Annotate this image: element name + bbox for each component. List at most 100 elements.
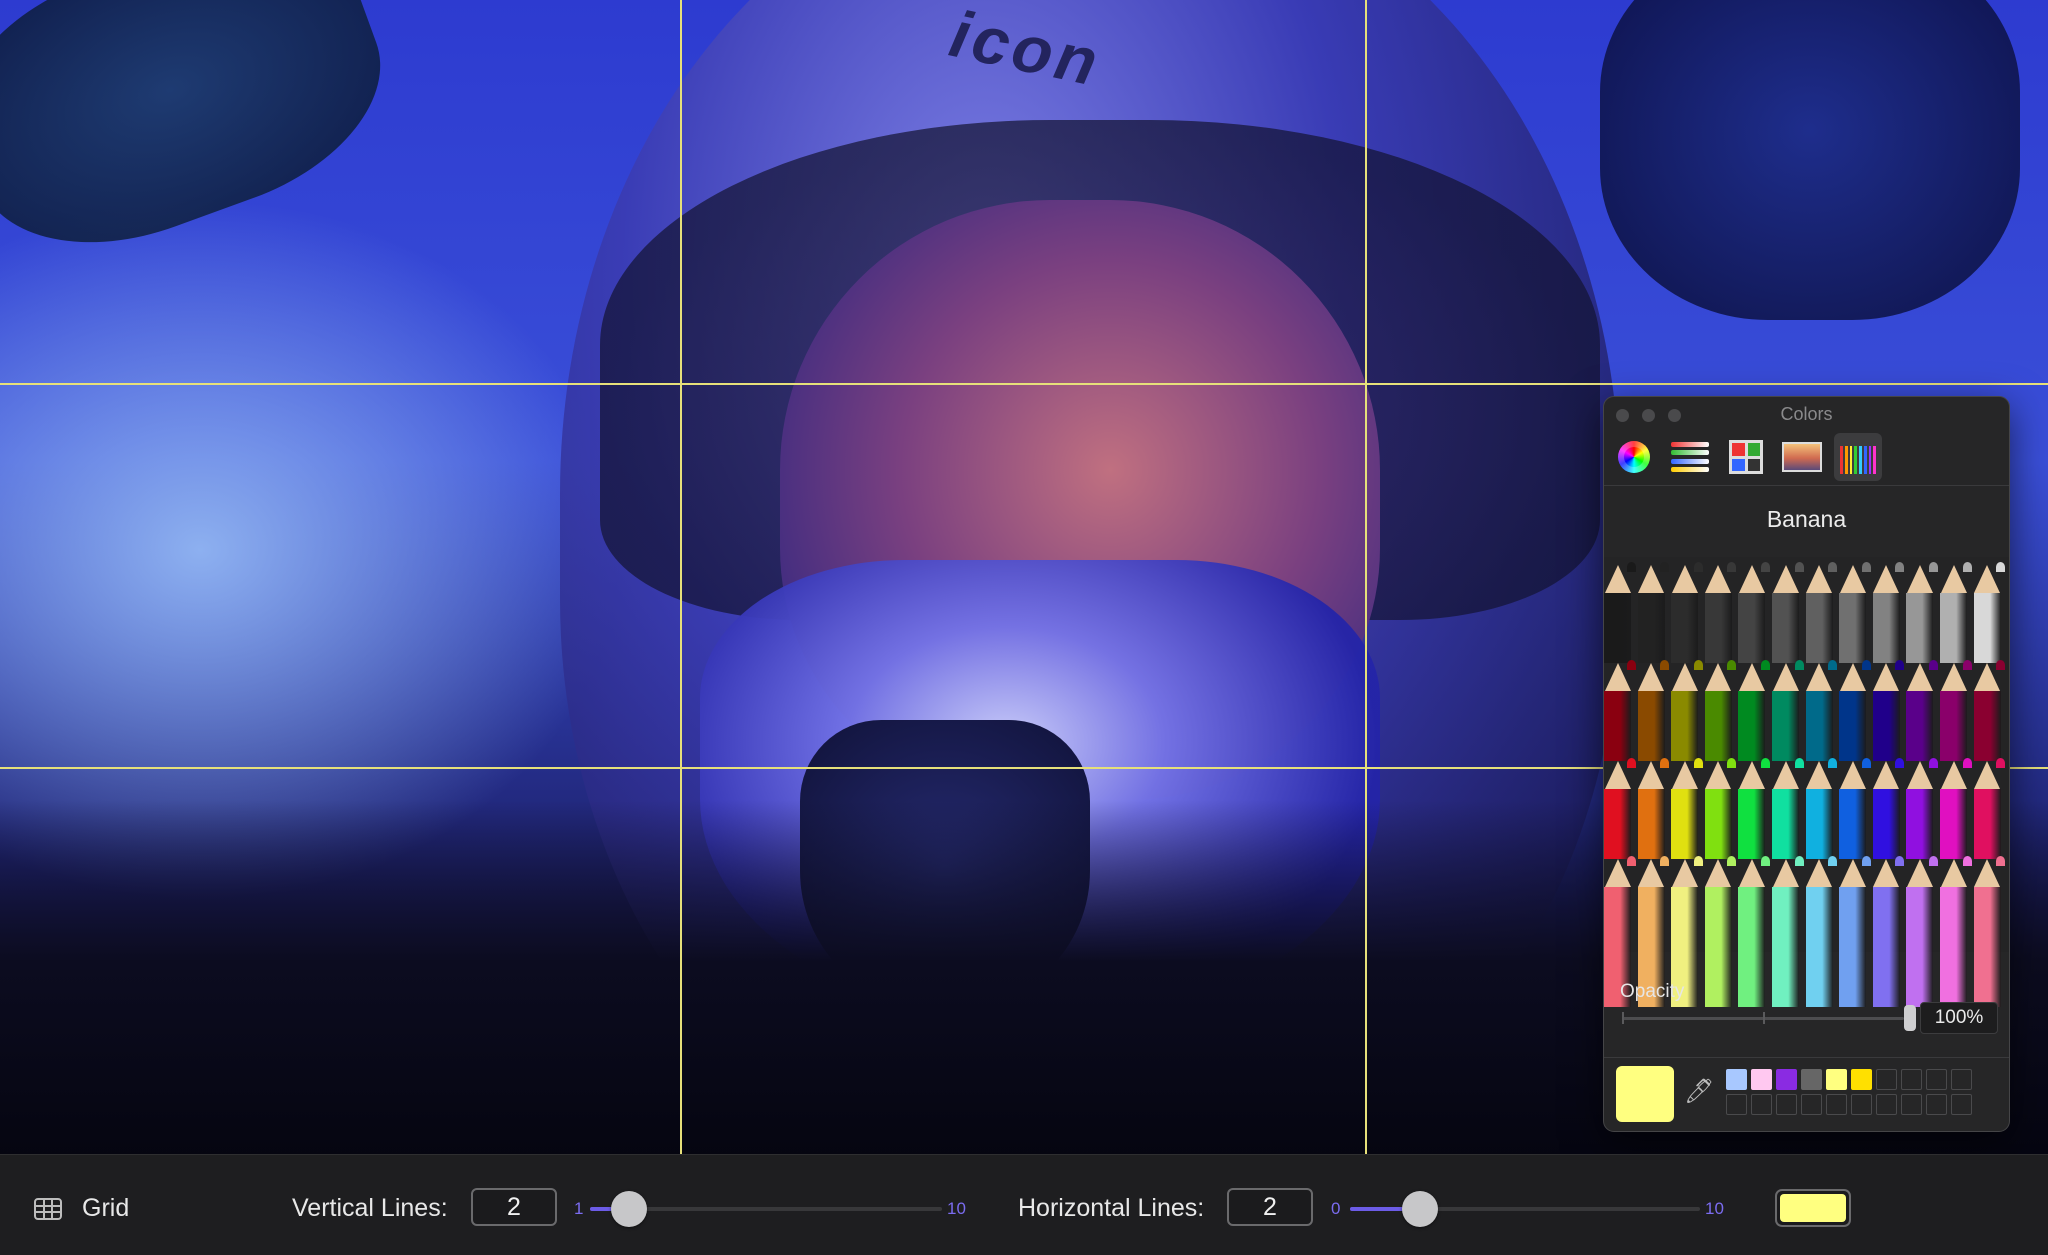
horizontal-lines-max: 10 <box>1705 1199 1724 1218</box>
horizontal-lines-min: 0 <box>1331 1199 1341 1218</box>
pencil[interactable] <box>1872 660 1905 761</box>
pencil[interactable] <box>1772 660 1804 761</box>
pencil[interactable] <box>1906 758 1938 859</box>
pencil[interactable] <box>1738 660 1770 761</box>
pencil[interactable] <box>1839 660 1871 761</box>
colors-toolbar <box>1604 429 2009 486</box>
pencil[interactable] <box>1906 562 1938 663</box>
pencil[interactable] <box>1872 562 1905 663</box>
pencil[interactable] <box>1805 856 1838 1007</box>
vertical-lines-field[interactable]: 2 <box>471 1188 557 1226</box>
saved-swatch[interactable] <box>1726 1069 1747 1090</box>
pencil-box[interactable] <box>1604 557 2009 1007</box>
grid-line-color-well[interactable] <box>1775 1189 1851 1227</box>
pencil[interactable] <box>1839 856 1871 1007</box>
saved-swatch[interactable] <box>1901 1094 1922 1115</box>
pencil[interactable] <box>1973 758 2006 859</box>
pencil[interactable] <box>1738 758 1770 859</box>
pencil[interactable] <box>1671 660 1703 761</box>
saved-swatch[interactable] <box>1876 1094 1897 1115</box>
horizontal-lines-slider-knob[interactable] <box>1402 1191 1438 1227</box>
pencil-row <box>1604 758 2009 859</box>
saved-swatch[interactable] <box>1776 1069 1797 1090</box>
vertical-lines-slider[interactable] <box>590 1191 942 1227</box>
pencils-tab[interactable] <box>1834 433 1882 481</box>
pencil[interactable] <box>1872 856 1905 1007</box>
current-color-swatch[interactable] <box>1616 1066 1674 1122</box>
pencil[interactable] <box>1772 758 1804 859</box>
pencil[interactable] <box>1805 758 1838 859</box>
pencil[interactable] <box>1940 856 1972 1007</box>
saved-swatch[interactable] <box>1801 1069 1822 1090</box>
pencil[interactable] <box>1704 660 1737 761</box>
pencil[interactable] <box>1772 856 1804 1007</box>
saved-swatch[interactable] <box>1951 1094 1972 1115</box>
opacity-slider-knob[interactable] <box>1904 1005 1916 1031</box>
photo-glove-left <box>0 0 412 284</box>
pencil[interactable] <box>1671 758 1703 859</box>
divider <box>1604 1057 2009 1058</box>
saved-swatch[interactable] <box>1951 1069 1972 1090</box>
saved-swatch[interactable] <box>1851 1094 1872 1115</box>
saved-swatch[interactable] <box>1801 1094 1822 1115</box>
horizontal-lines-field[interactable]: 2 <box>1227 1188 1313 1226</box>
saved-swatch[interactable] <box>1826 1069 1847 1090</box>
pencil[interactable] <box>1738 562 1770 663</box>
pencil[interactable] <box>1906 856 1938 1007</box>
saved-swatch[interactable] <box>1826 1094 1847 1115</box>
vertical-lines-max: 10 <box>947 1199 966 1218</box>
opacity-slider[interactable] <box>1622 1005 1916 1031</box>
pencil[interactable] <box>1940 660 1972 761</box>
photo-glove-right <box>1600 0 2020 320</box>
pencil[interactable] <box>1637 562 1670 663</box>
pencil[interactable] <box>1906 660 1938 761</box>
pencil[interactable] <box>1704 758 1737 859</box>
grid-icon <box>34 1198 62 1220</box>
pencil[interactable] <box>1604 660 1636 761</box>
pencil[interactable] <box>1973 562 2006 663</box>
colors-panel-title: Colors <box>1780 404 1833 424</box>
pencil[interactable] <box>1839 758 1871 859</box>
image-palettes-tab[interactable] <box>1778 433 1826 481</box>
pencil[interactable] <box>1772 562 1804 663</box>
saved-swatch[interactable] <box>1776 1094 1797 1115</box>
color-sliders-tab[interactable] <box>1666 433 1714 481</box>
pencil[interactable] <box>1973 856 2006 1007</box>
colors-panel[interactable]: Colors Banana Opacity 100% 🖊 <box>1603 396 2010 1132</box>
pencil[interactable] <box>1839 562 1871 663</box>
pencil[interactable] <box>1637 758 1670 859</box>
saved-swatch[interactable] <box>1751 1094 1772 1115</box>
saved-swatch[interactable] <box>1751 1069 1772 1090</box>
colors-panel-titlebar[interactable]: Colors <box>1604 397 2009 429</box>
saved-swatch[interactable] <box>1926 1094 1947 1115</box>
saved-swatch[interactable] <box>1851 1069 1872 1090</box>
pencil[interactable] <box>1973 660 2006 761</box>
pencil[interactable] <box>1704 562 1737 663</box>
grid-line-horizontal-1 <box>0 383 2048 385</box>
color-sliders-icon <box>1671 442 1709 472</box>
pencil[interactable] <box>1940 562 1972 663</box>
pencil[interactable] <box>1604 562 1636 663</box>
vertical-lines-slider-knob[interactable] <box>611 1191 647 1227</box>
horizontal-lines-slider[interactable] <box>1350 1191 1700 1227</box>
color-palettes-icon <box>1729 440 1763 474</box>
pencil[interactable] <box>1805 562 1838 663</box>
pencil[interactable] <box>1637 660 1670 761</box>
grid-line-vertical-2 <box>1365 0 1367 1154</box>
pencil[interactable] <box>1940 758 1972 859</box>
pencil[interactable] <box>1671 562 1703 663</box>
selected-color-name: Banana <box>1766 506 1847 532</box>
color-palettes-tab[interactable] <box>1722 433 1770 481</box>
pencil[interactable] <box>1872 758 1905 859</box>
saved-swatch[interactable] <box>1726 1094 1747 1115</box>
pencil[interactable] <box>1738 856 1770 1007</box>
saved-swatch[interactable] <box>1926 1069 1947 1090</box>
pencil[interactable] <box>1704 856 1737 1007</box>
color-wheel-tab[interactable] <box>1610 433 1658 481</box>
pencil[interactable] <box>1805 660 1838 761</box>
eyedropper-icon[interactable]: 🖊 <box>1684 1077 1714 1107</box>
pencil[interactable] <box>1604 758 1636 859</box>
opacity-value-field[interactable]: 100% <box>1920 1002 1998 1034</box>
saved-swatch[interactable] <box>1901 1069 1922 1090</box>
saved-swatch[interactable] <box>1876 1069 1897 1090</box>
